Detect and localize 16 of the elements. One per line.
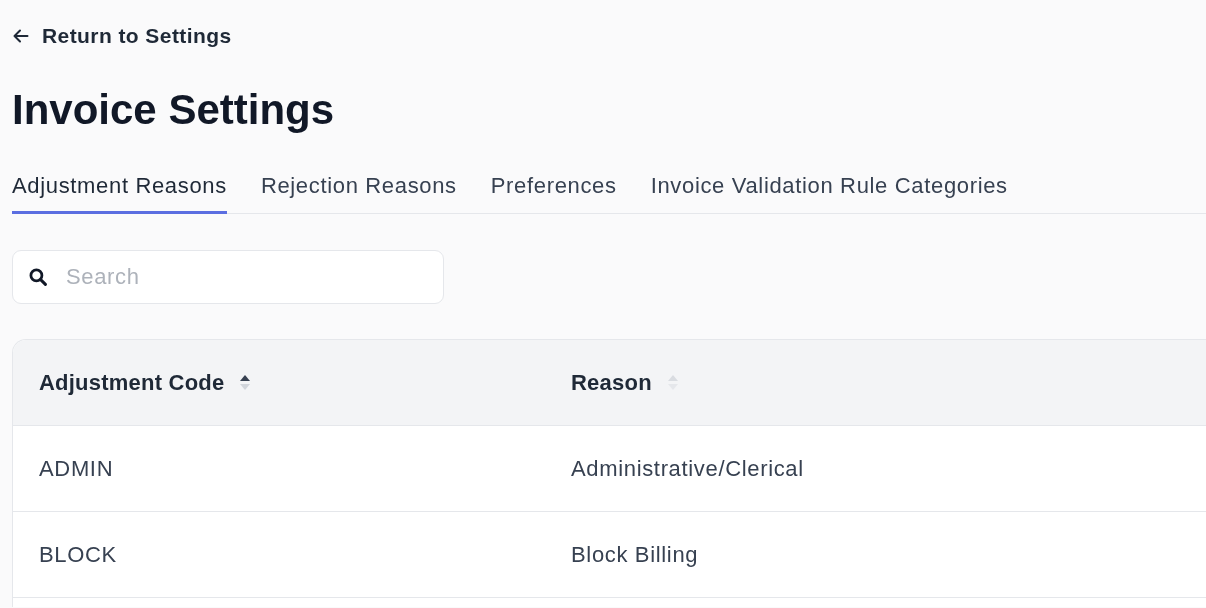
- tab[interactable]: Invoice Validation Rule Categories: [650, 172, 1008, 214]
- arrow-left-icon: [12, 28, 30, 44]
- tab[interactable]: Adjustment Reasons: [12, 172, 227, 214]
- search-icon: [29, 268, 47, 286]
- column-header[interactable]: Reason: [571, 366, 652, 399]
- table-cell-text: ADMIN: [39, 455, 114, 483]
- back-link[interactable]: Return to Settings: [12, 24, 232, 48]
- sort-icon[interactable]: [240, 375, 251, 390]
- search-field[interactable]: Search: [12, 250, 444, 304]
- table-cell-text: BLOCK: [39, 541, 117, 569]
- column-header[interactable]: Adjustment Code: [39, 366, 225, 399]
- table-cell-text: Block Billing: [571, 541, 699, 569]
- tab[interactable]: Preferences: [490, 172, 617, 214]
- page-title: Invoice Settings: [12, 86, 335, 134]
- tab[interactable]: Rejection Reasons: [260, 172, 457, 214]
- table-cell-text: Administrative/Clerical: [571, 455, 804, 483]
